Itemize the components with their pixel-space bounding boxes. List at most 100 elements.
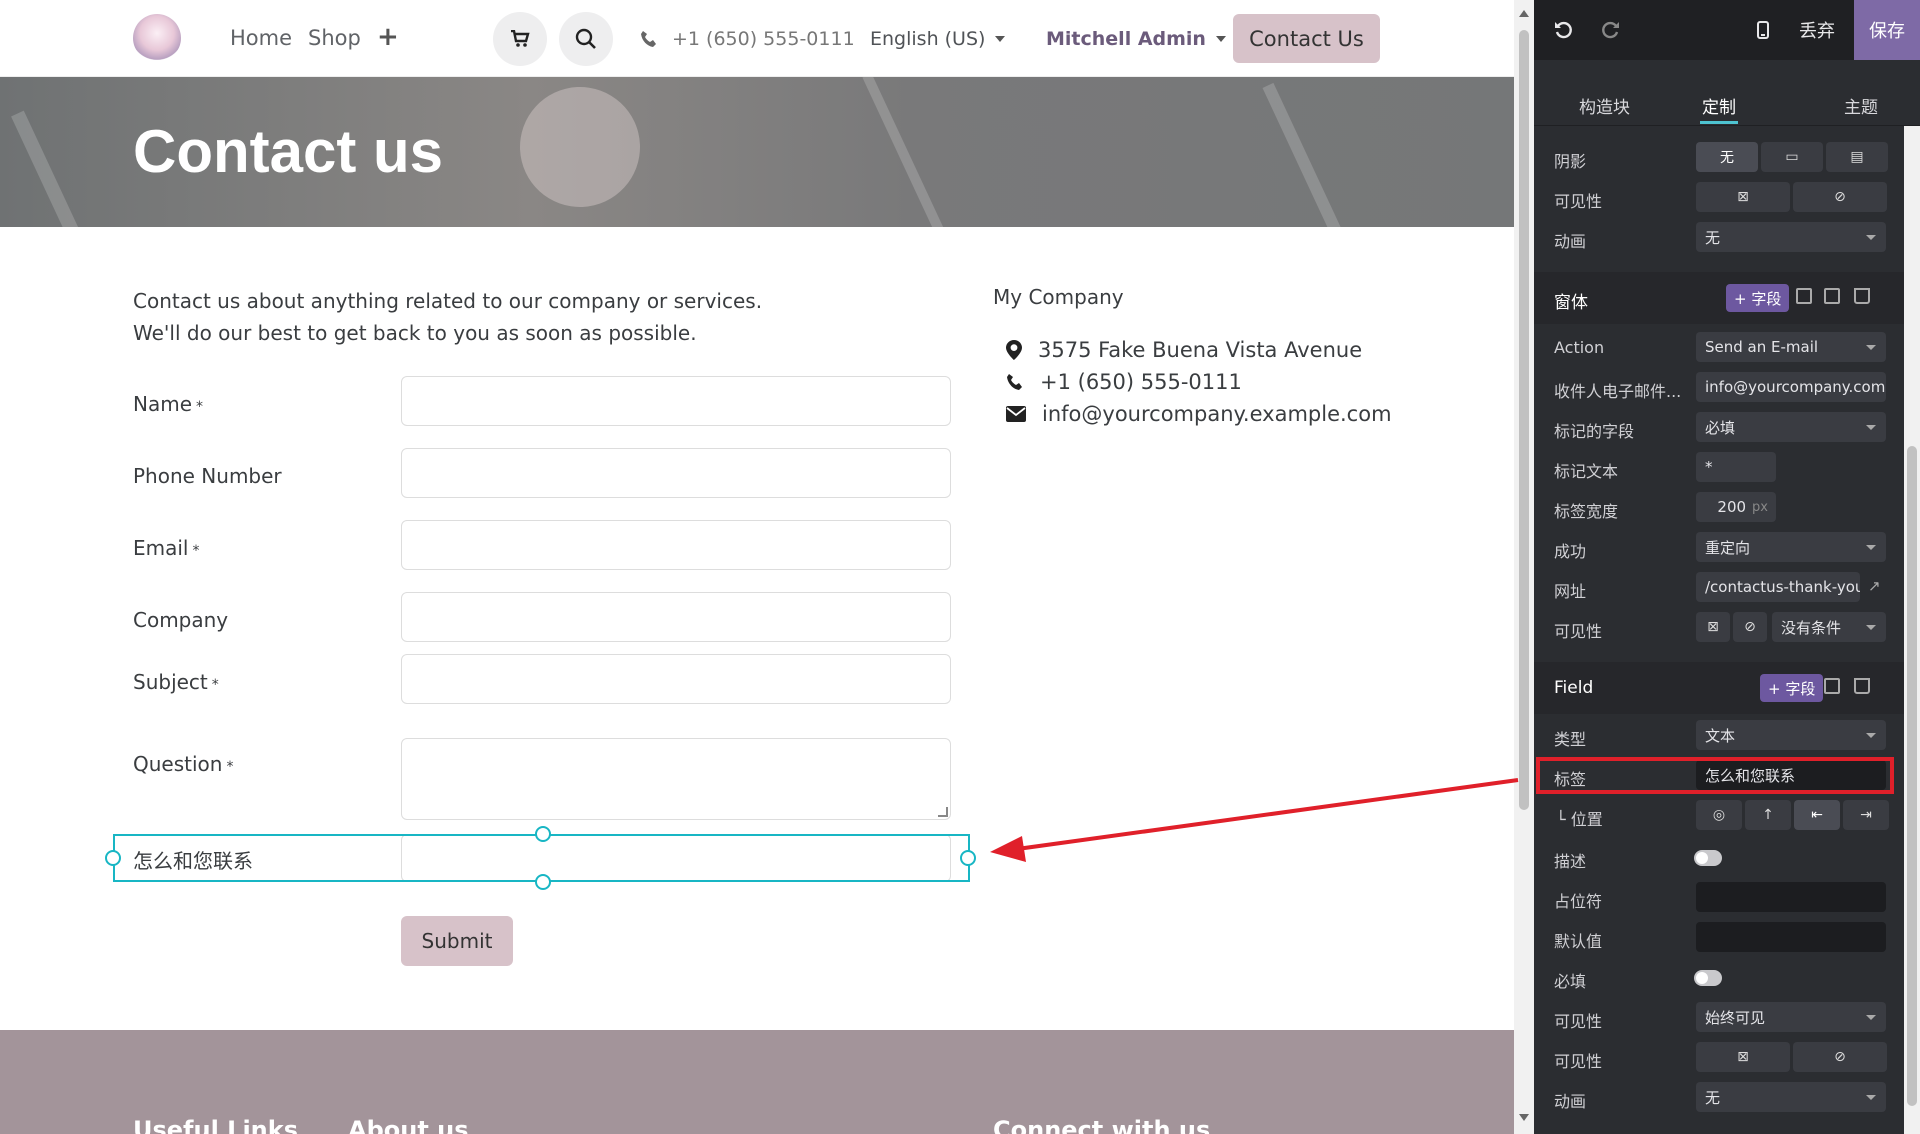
position-label: └ 位置: [1556, 810, 1603, 829]
question-textarea[interactable]: [401, 738, 951, 820]
field-label-email: Email *: [133, 536, 200, 560]
hide-mobile-icon[interactable]: ⊘: [1793, 1042, 1887, 1072]
nav-shop[interactable]: Shop: [308, 26, 361, 50]
user-menu[interactable]: Mitchell Admin: [1046, 28, 1226, 50]
editor-tabs: 构造块 定制 主题: [1534, 60, 1920, 126]
undo-icon[interactable]: [1544, 0, 1584, 60]
intro-line: Contact us about anything related to our…: [133, 289, 763, 313]
external-link-icon[interactable]: ↗: [1868, 577, 1881, 595]
redo-icon[interactable]: [1590, 0, 1630, 60]
type-select[interactable]: 文本: [1696, 720, 1886, 750]
page-title: Contact us: [133, 118, 444, 185]
hide-desktop-icon[interactable]: ⊠: [1696, 1042, 1790, 1072]
url-input[interactable]: /contactus-thank-you: [1696, 572, 1860, 602]
scroll-down-icon[interactable]: [1519, 1114, 1529, 1121]
mark-text-input[interactable]: *: [1696, 452, 1776, 482]
recipient-label: 收件人电子邮件...: [1554, 382, 1682, 401]
resize-handle-right[interactable]: [960, 850, 976, 866]
cart-icon: [511, 30, 530, 47]
success-select[interactable]: 重定向: [1696, 532, 1886, 562]
company-input[interactable]: [401, 592, 951, 642]
hide-desktop-icon[interactable]: ⊠: [1696, 612, 1730, 642]
type-label: 类型: [1554, 730, 1587, 749]
scrollbar-thumb[interactable]: [1519, 30, 1529, 810]
tab-customize[interactable]: 定制: [1700, 93, 1738, 124]
resize-handle-left[interactable]: [105, 850, 121, 866]
company-email[interactable]: info@yourcompany.example.com: [1006, 402, 1392, 426]
subject-input[interactable]: [401, 654, 951, 704]
annotation-highlight-box: [1536, 757, 1894, 794]
hide-desktop-icon[interactable]: ⊠: [1696, 182, 1790, 212]
action-label: Action: [1554, 338, 1605, 357]
chevron-down-icon: [1866, 345, 1876, 350]
search-button[interactable]: [559, 12, 613, 66]
duplicate-icon[interactable]: [1824, 678, 1840, 694]
field-label-company: Company: [133, 608, 229, 632]
panel-scrollbar-thumb[interactable]: [1907, 446, 1917, 1106]
label-width-input[interactable]: 200 px: [1696, 492, 1776, 522]
submit-button[interactable]: Submit: [401, 916, 513, 966]
form-visibility-row: 可见性 ⊠ ⊘ 没有条件: [1534, 608, 1904, 648]
resize-handle-top[interactable]: [535, 826, 551, 842]
site-logo[interactable]: [133, 14, 181, 62]
banner-decoration: [1262, 82, 1350, 227]
banner-decoration: [862, 77, 948, 227]
language-selector[interactable]: English (US): [870, 28, 1006, 50]
cart-button[interactable]: [493, 12, 547, 66]
description-toggle[interactable]: [1694, 850, 1722, 866]
field-label-phone: Phone Number: [133, 464, 282, 488]
resize-handle-icon[interactable]: [938, 807, 948, 817]
hide-mobile-icon[interactable]: ⊘: [1793, 182, 1887, 212]
tab-theme[interactable]: 主题: [1844, 93, 1878, 118]
animation-select[interactable]: 无: [1696, 222, 1886, 252]
tab-blocks[interactable]: 构造块: [1579, 93, 1630, 118]
banner-decoration: [11, 110, 83, 227]
header-phone[interactable]: +1 (650) 555-0111: [640, 28, 855, 50]
add-field-button[interactable]: + 字段: [1760, 674, 1824, 702]
save-block-icon[interactable]: [1796, 288, 1812, 304]
marked-fields-select[interactable]: 必填: [1696, 412, 1886, 442]
field-animation-select[interactable]: 无: [1696, 1082, 1886, 1112]
scroll-up-icon[interactable]: [1519, 10, 1529, 17]
name-input[interactable]: [401, 376, 951, 426]
contact-us-button[interactable]: Contact Us: [1233, 14, 1380, 63]
chevron-down-icon: [1866, 625, 1876, 630]
align-right-icon[interactable]: ⇥: [1843, 800, 1889, 830]
field-visibility-row: 可见性 始终可见: [1534, 998, 1904, 1038]
duplicate-icon[interactable]: [1824, 288, 1840, 304]
nav-home[interactable]: Home: [230, 26, 292, 50]
trash-icon[interactable]: [1854, 288, 1870, 304]
recipient-input[interactable]: info@yourcompany.com: [1696, 372, 1886, 402]
email-input[interactable]: [401, 520, 951, 570]
type-row: 类型 文本: [1534, 716, 1904, 756]
default-value-input[interactable]: [1696, 922, 1886, 952]
shadow-none-option[interactable]: 无: [1696, 142, 1758, 172]
field-label-question: Question *: [133, 752, 234, 776]
panel-scrollbar[interactable]: [1904, 126, 1920, 1134]
shadow-inset-icon[interactable]: ▤: [1826, 142, 1888, 172]
mobile-preview-icon[interactable]: [1748, 0, 1778, 60]
url-row: 网址 /contactus-thank-you ↗: [1534, 568, 1904, 608]
align-left-icon[interactable]: ⇤: [1794, 800, 1840, 830]
eye-hidden-icon[interactable]: ◎: [1696, 800, 1742, 830]
form-visibility-select[interactable]: 没有条件: [1772, 612, 1886, 642]
shadow-outset-icon[interactable]: ▭: [1761, 142, 1823, 172]
field-section-header: Field + 字段: [1534, 662, 1904, 714]
action-select[interactable]: Send an E-mail: [1696, 332, 1886, 362]
phone-input[interactable]: [401, 448, 951, 498]
arrow-up-icon[interactable]: ↑: [1745, 800, 1791, 830]
plus-icon[interactable]: +: [377, 22, 399, 52]
required-toggle[interactable]: [1694, 970, 1722, 986]
field-visibility-select[interactable]: 始终可见: [1696, 1002, 1886, 1032]
page-scrollbar[interactable]: [1514, 0, 1534, 1134]
chevron-down-icon: [1866, 733, 1876, 738]
discard-button[interactable]: 丢弃: [1790, 0, 1844, 60]
company-phone[interactable]: +1 (650) 555-0111: [1006, 370, 1242, 394]
placeholder-input[interactable]: [1696, 882, 1886, 912]
add-field-button[interactable]: + 字段: [1726, 284, 1790, 312]
save-button[interactable]: 保存: [1854, 0, 1920, 60]
hide-mobile-icon[interactable]: ⊘: [1733, 612, 1767, 642]
resize-handle-bottom[interactable]: [535, 874, 551, 890]
editor-panel: 丢弃 保存 构造块 定制 主题 阴影 无 ▭ ▤ 可见性 ⊠ ⊘ 动画 无 窗体…: [1534, 0, 1920, 1134]
trash-icon[interactable]: [1854, 678, 1870, 694]
